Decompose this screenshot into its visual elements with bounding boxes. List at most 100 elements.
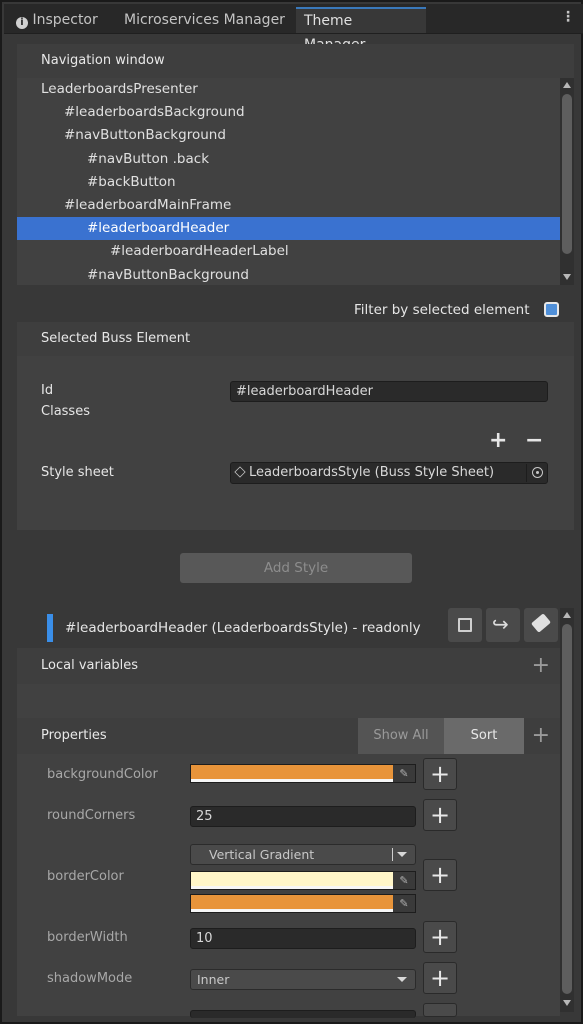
id-field[interactable]: #leaderboardHeader [230, 381, 548, 402]
tab-microservices-label: Microservices Manager [124, 12, 285, 28]
nav-item-label: #navButtonBackground [87, 266, 249, 283]
border-color-end-alpha [191, 909, 393, 912]
border-color-end-swatch [191, 895, 393, 910]
clear-style-button[interactable] [524, 608, 558, 642]
add-class-icon[interactable]: + [489, 428, 507, 453]
add-background-color-button[interactable]: + [423, 758, 457, 790]
tab-inspector[interactable]: i Inspector [8, 7, 106, 33]
chevron-down-icon [397, 852, 407, 857]
classes-label: Classes [41, 404, 90, 419]
nav-item-label: #leaderboardHeaderLabel [110, 243, 289, 260]
background-color-field[interactable]: ✎ [190, 764, 416, 783]
border-color-end-field[interactable]: ✎ [190, 894, 416, 913]
border-color-start-alpha [191, 886, 393, 889]
info-icon: i [16, 17, 28, 29]
redirect-style-button[interactable]: ↪ [486, 608, 520, 642]
background-color-alpha [191, 779, 393, 782]
navigation-tree: LeaderboardsPresenter #leaderboardsBackgr… [17, 78, 560, 285]
local-variables-label: Local variables [41, 658, 139, 673]
navigation-scrollbar[interactable] [560, 78, 574, 285]
prop-border-width-label: borderWidth [47, 930, 128, 945]
filter-label: Filter by selected element [354, 302, 530, 318]
nav-item[interactable]: #navButtonBackground [17, 124, 560, 147]
prop-shadow-mode-label: shadowMode [47, 971, 133, 986]
properties-header: Properties Show All Sort + [17, 718, 560, 754]
id-label: Id [41, 383, 54, 398]
add-property-icon[interactable]: + [532, 718, 550, 754]
prop-border-color-label: borderColor [47, 869, 124, 884]
tab-theme-manager[interactable]: Theme Manager [296, 7, 426, 53]
scroll-down-arrow-icon[interactable] [563, 274, 571, 280]
eyedropper-icon[interactable]: ✎ [393, 872, 415, 889]
round-corners-field[interactable]: 25 [190, 806, 416, 827]
add-next-property-button[interactable] [423, 1003, 457, 1017]
nav-item[interactable]: #leaderboardMainFrame [17, 194, 560, 217]
stylesheet-field[interactable]: LeaderboardsStyle (Buss Style Sheet) [230, 462, 548, 484]
redirect-icon: ↪ [492, 612, 509, 636]
nav-item[interactable]: #leaderboardHeader [17, 217, 560, 241]
add-variable-icon[interactable]: + [532, 648, 550, 684]
nav-item-label: #navButtonBackground [64, 127, 226, 144]
props-scroll-up-arrow-icon[interactable] [563, 612, 571, 618]
nav-item-label: #leaderboardsBackground [64, 104, 245, 121]
next-property-field[interactable] [190, 1010, 416, 1018]
local-variables-header: Local variables + [17, 648, 560, 684]
nav-item[interactable]: #navButton .back [17, 148, 560, 171]
eraser-icon [531, 613, 551, 633]
more-options-icon[interactable]: ⋮ [561, 9, 575, 25]
object-picker-icon[interactable] [526, 464, 546, 482]
shadow-mode-dropdown[interactable]: Inner [190, 969, 416, 990]
add-style-button[interactable]: Add Style [180, 553, 412, 583]
nav-item-label: #navButton .back [87, 150, 210, 167]
tab-microservices-manager[interactable]: Microservices Manager [116, 7, 293, 33]
stylesheet-value: LeaderboardsStyle (Buss Style Sheet) [249, 465, 495, 480]
border-width-field[interactable]: 10 [190, 928, 416, 949]
edit-icon [458, 618, 472, 632]
add-shadow-mode-button[interactable]: + [423, 962, 457, 994]
style-card-indicator [47, 614, 53, 642]
selected-element-panel: Id #leaderboardHeader Classes + − Style … [17, 356, 574, 530]
scroll-up-arrow-icon[interactable] [563, 82, 571, 88]
nav-item-label: LeaderboardsPresenter [41, 81, 198, 97]
properties-scrollbar[interactable] [560, 608, 574, 1012]
nav-item-label: #leaderboardHeader [87, 220, 230, 237]
add-border-width-button[interactable]: + [423, 921, 457, 953]
nav-item[interactable]: #leaderboardsBackground [17, 101, 560, 124]
nav-item-label: #leaderboardMainFrame [64, 196, 232, 213]
selected-element-title: Selected Buss Element [41, 331, 191, 346]
border-color-start-field[interactable]: ✎ [190, 871, 416, 890]
navigation-window-title: Navigation window [41, 53, 165, 68]
sort-button[interactable]: Sort [444, 718, 524, 754]
chevron-down-icon [397, 977, 407, 982]
add-round-corners-button[interactable]: + [423, 799, 457, 831]
navigation-scroll-thumb[interactable] [562, 94, 572, 254]
local-variables-body [17, 684, 560, 718]
prop-background-color-label: backgroundColor [47, 767, 158, 782]
remove-class-icon[interactable]: − [525, 428, 543, 453]
navigation-window-header: Navigation window [17, 44, 574, 78]
props-scroll-down-arrow-icon[interactable] [563, 1000, 571, 1006]
nav-item[interactable]: #backButton [17, 171, 560, 194]
prop-round-corners-label: roundCorners [47, 808, 136, 823]
eyedropper-icon[interactable]: ✎ [393, 765, 415, 782]
selected-element-header: Selected Buss Element [17, 322, 574, 356]
properties-scroll-thumb[interactable] [562, 624, 572, 994]
stylesheet-asset-icon [234, 466, 246, 478]
edit-style-button[interactable] [448, 608, 482, 642]
tab-inspector-label: Inspector [32, 12, 98, 28]
nav-item[interactable]: LeaderboardsPresenter [17, 78, 560, 101]
nav-item-label: #backButton [87, 173, 176, 190]
nav-item[interactable]: #navButtonBackground [17, 264, 560, 286]
border-color-mode-dropdown[interactable]: Vertical Gradient [190, 844, 416, 865]
theme-manager-window: i Inspector Microservices Manager Theme … [0, 0, 583, 1024]
add-border-color-button[interactable]: + [423, 859, 457, 891]
background-color-swatch [191, 765, 393, 780]
eyedropper-icon[interactable]: ✎ [393, 895, 415, 912]
style-card-title: #leaderboardHeader (LeaderboardsStyle) -… [65, 620, 421, 636]
filter-checkbox[interactable] [544, 302, 559, 317]
tab-bar: i Inspector Microservices Manager Theme … [4, 4, 583, 53]
show-all-button[interactable]: Show All [358, 718, 444, 754]
dropdown-divider [392, 848, 393, 861]
properties-label: Properties [41, 728, 107, 743]
nav-item[interactable]: #leaderboardHeaderLabel [17, 240, 560, 263]
